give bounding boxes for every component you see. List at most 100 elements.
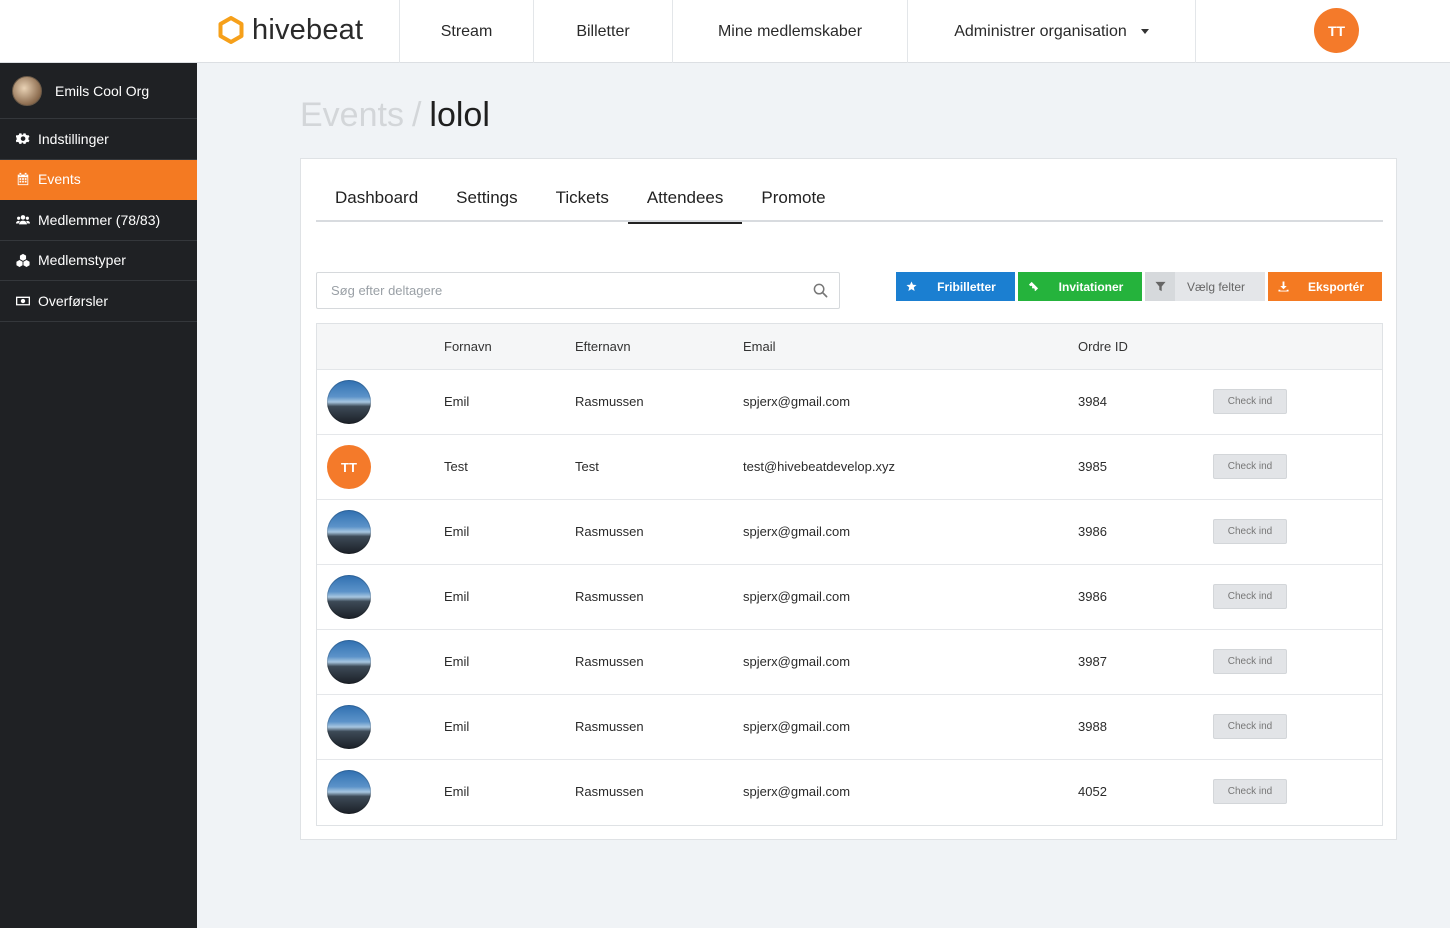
breadcrumb-separator: / (411, 96, 422, 134)
first-name-cell: Emil (444, 719, 470, 734)
tab-settings[interactable]: Settings (437, 179, 536, 222)
last-name-cell: Rasmussen (575, 784, 644, 799)
tab-dashboard[interactable]: Dashboard (316, 179, 437, 222)
export-button[interactable]: Eksportér (1268, 272, 1382, 301)
check-in-button[interactable]: Check ind (1213, 779, 1287, 804)
attendee-avatar: TT (327, 445, 371, 489)
order-id-cell: 3986 (1078, 589, 1107, 604)
brand-name: hivebeat (252, 13, 364, 46)
first-name-cell: Emil (444, 784, 470, 799)
check-in-button[interactable]: Check ind (1213, 454, 1287, 479)
first-name-cell: Emil (444, 654, 470, 669)
column-header-order-id[interactable]: Ordre ID (1078, 339, 1128, 354)
last-name-cell: Test (575, 459, 599, 474)
caret-down-icon (1140, 29, 1149, 34)
email-cell: spjerx@gmail.com (743, 654, 851, 669)
column-header-email[interactable]: Email (743, 339, 776, 354)
nav-stream-label: Stream (440, 22, 493, 40)
check-in-button[interactable]: Check ind (1213, 649, 1287, 674)
check-in-button[interactable]: Check ind (1213, 714, 1287, 739)
last-name-cell: Rasmussen (575, 524, 644, 539)
calendar-icon (15, 172, 30, 187)
last-name-cell: Rasmussen (575, 719, 644, 734)
breadcrumb: Events / lolol (300, 96, 490, 135)
free-tickets-button[interactable]: Fribilletter (896, 272, 1015, 301)
sidebar-item-label: Events (38, 171, 81, 188)
attendee-avatar (327, 575, 371, 619)
nav-tickets-label: Billetter (576, 22, 630, 40)
logo[interactable]: hivebeat (218, 13, 363, 47)
download-icon (1268, 272, 1298, 301)
sidebar-item-settings[interactable]: Indstillinger (0, 119, 197, 160)
event-tabs: Dashboard Settings Tickets Attendees Pro… (316, 179, 1383, 224)
order-id-cell: 3985 (1078, 459, 1107, 474)
search-icon[interactable] (813, 283, 828, 298)
attendees-table: Fornavn Efternavn Email Ordre ID Emil Ra… (316, 323, 1383, 826)
column-header-last-name[interactable]: Efternavn (575, 339, 631, 354)
sidebar-item-transfers[interactable]: Overførsler (0, 281, 197, 322)
column-header-first-name[interactable]: Fornavn (444, 339, 492, 354)
order-id-cell: 3984 (1078, 394, 1107, 409)
table-row: Emil Rasmussen spjerx@gmail.com 4052 Che… (317, 760, 1382, 825)
check-in-button[interactable]: Check ind (1213, 389, 1287, 414)
table-row: Emil Rasmussen spjerx@gmail.com 3988 Che… (317, 695, 1382, 760)
top-navbar: hivebeat Stream Billetter Mine medlemska… (0, 0, 1450, 63)
last-name-cell: Rasmussen (575, 654, 644, 669)
order-id-cell: 3987 (1078, 654, 1107, 669)
invitations-label: Invitationer (1058, 279, 1124, 294)
email-cell: test@hivebeatdevelop.xyz (743, 459, 895, 474)
tab-attendees[interactable]: Attendees (627, 179, 743, 224)
nav-stream[interactable]: Stream (399, 0, 533, 63)
nav-admin-dropdown[interactable]: Administrer organisation (907, 0, 1196, 63)
tab-tickets[interactable]: Tickets (537, 179, 628, 222)
order-id-cell: 3986 (1078, 524, 1107, 539)
nav-memberships[interactable]: Mine medlemskaber (672, 0, 907, 63)
event-card: Dashboard Settings Tickets Attendees Pro… (300, 158, 1397, 840)
org-avatar (12, 75, 42, 106)
nav-memberships-label: Mine medlemskaber (717, 22, 863, 40)
order-id-cell: 3988 (1078, 719, 1107, 734)
attendee-avatar (327, 705, 371, 749)
check-in-button[interactable]: Check ind (1213, 584, 1287, 609)
first-name-cell: Test (444, 459, 468, 474)
free-tickets-label: Fribilletter (937, 279, 996, 294)
cubes-icon (15, 253, 30, 268)
money-icon (15, 293, 30, 308)
table-row: TT Test Test test@hivebeatdevelop.xyz 39… (317, 435, 1382, 500)
ticket-icon (1018, 272, 1048, 301)
email-cell: spjerx@gmail.com (743, 719, 851, 734)
table-row: Emil Rasmussen spjerx@gmail.com 3987 Che… (317, 630, 1382, 695)
sidebar-item-members[interactable]: Medlemmer (78/83) (0, 200, 197, 241)
gear-icon (15, 131, 30, 146)
table-row: Emil Rasmussen spjerx@gmail.com 3986 Che… (317, 565, 1382, 630)
first-name-cell: Emil (444, 394, 470, 409)
email-cell: spjerx@gmail.com (743, 524, 851, 539)
choose-fields-label: Vælg felter (1186, 279, 1246, 294)
invitations-button[interactable]: Invitationer (1018, 272, 1142, 301)
filter-icon (1145, 272, 1175, 301)
email-cell: spjerx@gmail.com (743, 589, 851, 604)
last-name-cell: Rasmussen (575, 394, 644, 409)
choose-fields-button[interactable]: Vælg felter (1145, 272, 1265, 301)
attendee-avatar (327, 510, 371, 554)
nav-tickets[interactable]: Billetter (533, 0, 672, 63)
last-name-cell: Rasmussen (575, 589, 644, 604)
attendee-avatar (327, 380, 371, 424)
sidebar-item-label: Indstillinger (38, 130, 109, 147)
page-title: lolol (429, 96, 490, 134)
sidebar-item-events[interactable]: Events (0, 159, 197, 200)
org-switcher[interactable]: Emils Cool Org (0, 63, 197, 119)
email-cell: spjerx@gmail.com (743, 784, 851, 799)
check-in-button[interactable]: Check ind (1213, 519, 1287, 544)
user-avatar[interactable]: TT (1314, 8, 1359, 53)
first-name-cell: Emil (444, 589, 470, 604)
search-input[interactable] (317, 273, 787, 308)
org-name: Emils Cool Org (55, 82, 150, 99)
tab-promote[interactable]: Promote (742, 179, 844, 222)
sidebar: Emils Cool Org Indstillinger Events Medl… (0, 63, 197, 928)
breadcrumb-parent[interactable]: Events (300, 96, 404, 134)
sidebar-item-member-types[interactable]: Medlemstyper (0, 241, 197, 281)
attendee-avatar (327, 770, 371, 814)
first-name-cell: Emil (444, 524, 470, 539)
attendee-search (316, 272, 840, 309)
